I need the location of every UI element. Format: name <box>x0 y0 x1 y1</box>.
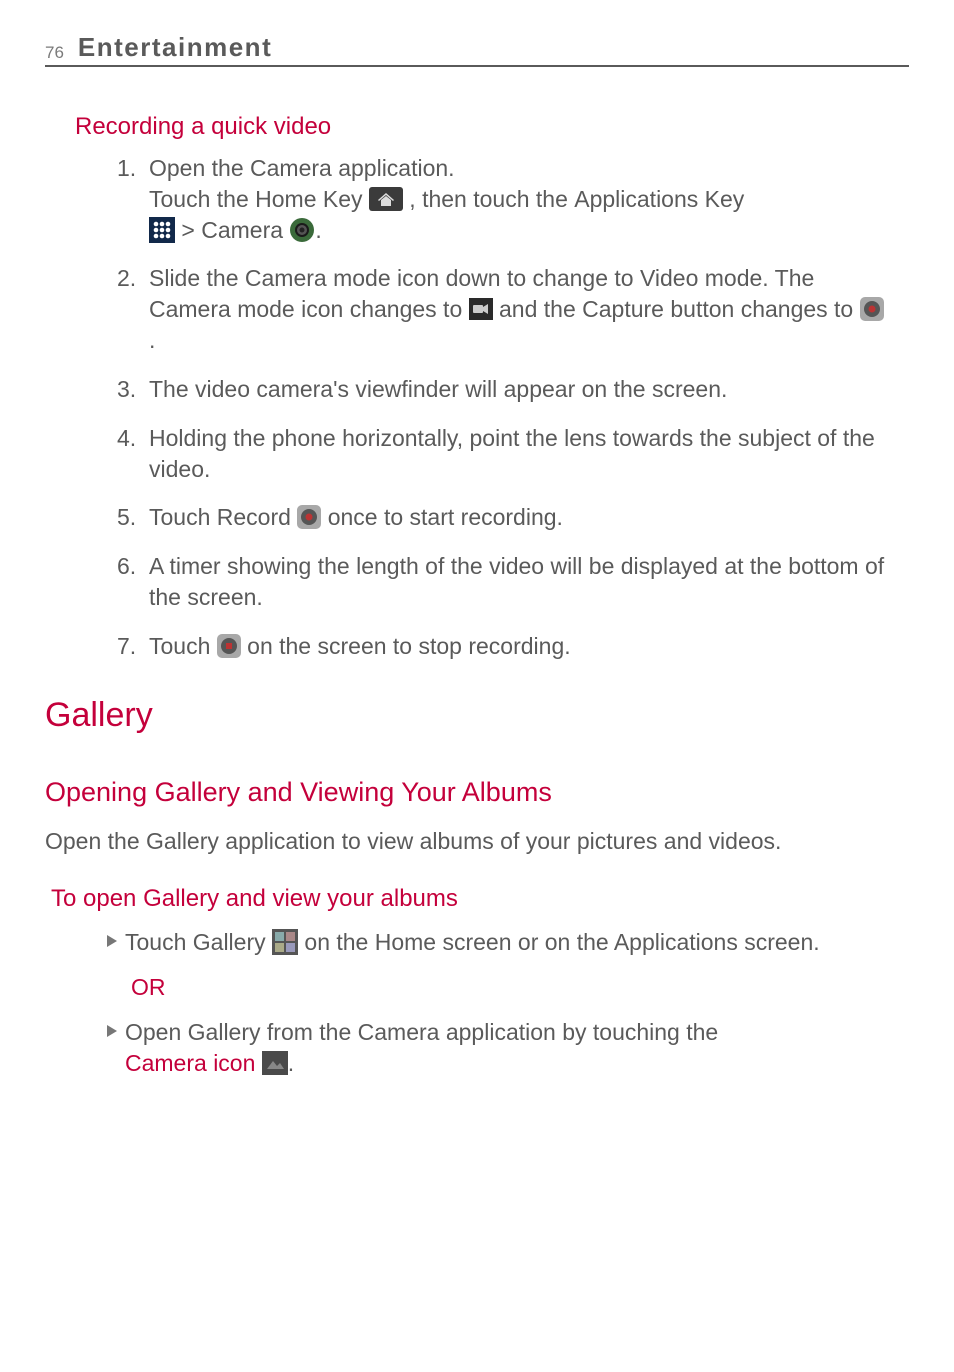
page-number: 76 <box>45 43 64 63</box>
text: from the Camera application by touching … <box>261 1019 719 1045</box>
home-icon <box>369 187 403 211</box>
apps-grid-icon <box>149 217 175 243</box>
gallery-heading: Gallery <box>45 696 909 735</box>
step-4: 4. Holding the phone horizontally, point… <box>117 423 889 485</box>
text: Open <box>125 1019 188 1045</box>
record-button-icon <box>297 505 321 529</box>
step-2: 2. Slide the Camera mode icon down to ch… <box>117 263 889 355</box>
text: on the screen to stop recording. <box>241 633 571 659</box>
step-text: Slide the Camera mode icon down to chang… <box>149 263 889 355</box>
step-number: 1. <box>117 153 149 245</box>
text: Touch <box>125 929 193 955</box>
step-7: 7. Touch on the screen to stop recording… <box>117 631 889 662</box>
gallery-label: Gallery <box>188 1019 261 1045</box>
step-number: 4. <box>117 423 149 485</box>
capture-button-icon <box>860 297 884 321</box>
step-text: Touch Record once to start recording. <box>149 502 889 533</box>
gallery-subheading: Opening Gallery and Viewing Your Albums <box>45 777 909 808</box>
video-mode-icon <box>469 298 493 320</box>
gallery-label: Gallery <box>193 929 266 955</box>
step-text: Touch on the screen to stop recording. <box>149 631 889 662</box>
bullet-text: Touch Gallery on the Home screen or on t… <box>125 927 909 958</box>
gallery-label: Gallery <box>146 828 219 854</box>
step-1: 1. Open the Camera application. Touch th… <box>117 153 889 245</box>
step-number: 7. <box>117 631 149 662</box>
text: Touch the <box>149 186 255 212</box>
gallery-intro: Open the Gallery application to view alb… <box>45 826 909 857</box>
gallery-app-icon <box>272 929 298 955</box>
stop-button-icon <box>217 634 241 658</box>
triangle-bullet-icon <box>105 1017 119 1080</box>
open-gallery-heading: To open Gallery and view your albums <box>51 885 909 913</box>
camera-label: Camera <box>201 217 283 243</box>
text: Touch <box>149 504 217 530</box>
text: , then touch the <box>403 186 574 212</box>
text: Touch <box>149 633 217 659</box>
text: Open the <box>45 828 146 854</box>
step-6: 6. A timer showing the length of the vid… <box>117 551 889 613</box>
step-number: 5. <box>117 502 149 533</box>
text: . <box>288 1050 294 1076</box>
or-separator: OR <box>131 974 909 1001</box>
bullet-open-gallery-camera: Open Gallery from the Camera application… <box>105 1017 909 1080</box>
record-label: Record <box>217 504 291 530</box>
triangle-bullet-icon <box>105 927 119 958</box>
section-title: Entertainment <box>78 32 272 63</box>
bullet-text: Open Gallery from the Camera application… <box>125 1017 909 1080</box>
applications-key-label: Applications Key <box>574 186 744 212</box>
step-text: A timer showing the length of the video … <box>149 551 889 613</box>
text: . <box>149 327 155 353</box>
recording-heading: Recording a quick video <box>75 113 909 141</box>
page-header: 76 Entertainment <box>45 32 909 67</box>
step-number: 6. <box>117 551 149 613</box>
text: application to view albums of your pictu… <box>219 828 782 854</box>
camera-app-icon <box>289 217 315 243</box>
step-text: Holding the phone horizontally, point th… <box>149 423 889 485</box>
text: once to start recording. <box>321 504 563 530</box>
step-text: Open the Camera application. Touch the H… <box>149 153 889 245</box>
step-number: 3. <box>117 374 149 405</box>
step-number: 2. <box>117 263 149 355</box>
text: > <box>175 217 201 243</box>
text: on the Home screen or on the Application… <box>298 929 820 955</box>
text: and the Capture button changes to <box>493 296 860 322</box>
camera-icon-label: Camera icon <box>125 1050 255 1076</box>
text: Open the Camera application. <box>149 155 455 181</box>
step-3: 3. The video camera's viewfinder will ap… <box>117 374 889 405</box>
home-key-label: Home Key <box>255 186 362 212</box>
text: . <box>315 217 321 243</box>
gallery-camera-icon <box>262 1051 288 1075</box>
recording-steps: 1. Open the Camera application. Touch th… <box>117 153 889 662</box>
bullet-open-gallery-home: Touch Gallery on the Home screen or on t… <box>105 927 909 958</box>
step-text: The video camera's viewfinder will appea… <box>149 374 889 405</box>
step-5: 5. Touch Record once to start recording. <box>117 502 889 533</box>
